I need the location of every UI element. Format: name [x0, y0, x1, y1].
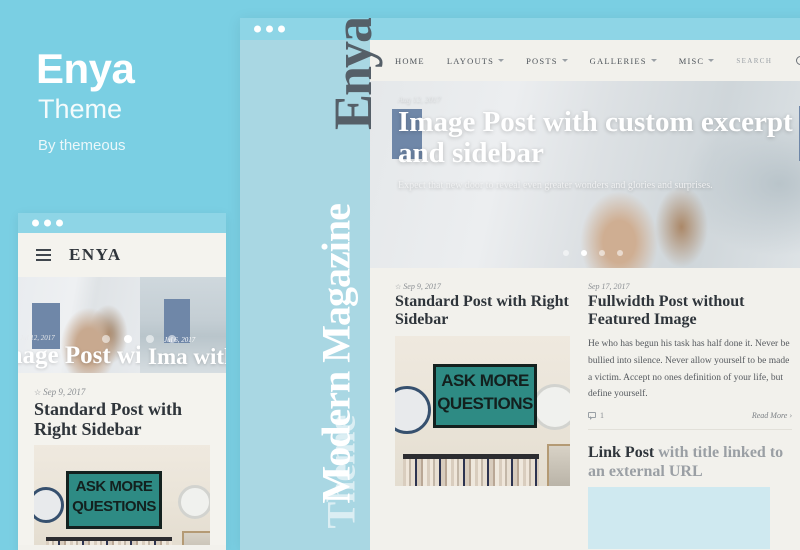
mobile-preview-window: ENYA Jul 12, 2017 Image Post with custom… [18, 213, 226, 550]
hero-dot-4[interactable] [616, 250, 623, 256]
mobile-navbar: ENYA [18, 233, 226, 277]
hamburger-icon[interactable] [36, 249, 51, 261]
slider-dot-1[interactable] [102, 335, 110, 343]
desktop-preview-window: Modern Magazine Theme Enya HOME LAYOUTS … [240, 18, 800, 550]
hero-dot-3[interactable] [598, 250, 605, 256]
promo-title: Enya [36, 45, 135, 92]
primary-navigation: HOME LAYOUTS POSTS GALLERIES MISC SEARCH [370, 40, 800, 81]
hero-slider[interactable]: Aug 12, 2017 Image Post with custom exce… [370, 81, 800, 268]
desktop-dot-minimize-icon[interactable] [266, 25, 273, 33]
post-title-standard[interactable]: Standard Post with Right Sidebar [395, 293, 570, 329]
rail-brand-enya: Enya [323, 18, 383, 130]
chevron-down-icon [498, 59, 505, 62]
star-icon: ☆ [34, 388, 42, 397]
desktop-main: HOME LAYOUTS POSTS GALLERIES MISC SEARCH… [370, 40, 800, 550]
post-title-fullwidth[interactable]: Fullwidth Post without Featured Image [588, 293, 792, 329]
mobile-post-card[interactable]: ☆ Sep 9, 2017 Standard Post with Right Si… [18, 373, 226, 546]
nav-item-layouts[interactable]: LAYOUTS [447, 56, 505, 66]
desktop-dot-maximize-icon[interactable] [278, 25, 285, 33]
desktop-body: Modern Magazine Theme Enya HOME LAYOUTS … [240, 18, 800, 550]
post-excerpt-fullwidth: He who has begun his task has half done … [588, 339, 790, 400]
nav-item-posts[interactable]: POSTS [526, 56, 568, 66]
star-icon: ☆ [395, 283, 402, 291]
hero-slider-dots[interactable] [562, 250, 623, 256]
promo-subtitle: Theme [38, 94, 123, 124]
hero-text: Aug 12, 2017 Image Post with custom exce… [398, 95, 798, 191]
rail-line-theme: Theme [318, 415, 364, 529]
search-area[interactable]: SEARCH [736, 56, 800, 65]
mobile-post-date: ☆ Sep 9, 2017 [34, 387, 86, 397]
hero-date: Aug 12, 2017 [398, 95, 441, 104]
post-card-fullwidth[interactable]: Sep 17, 2017 Fullwidth Post without Feat… [588, 282, 800, 550]
nav-item-home[interactable]: HOME [395, 56, 425, 66]
ask-more-questions-photo: ASK MORE QUESTIONS [395, 336, 570, 487]
post-grid: ☆ Sep 9, 2017 Standard Post with Right Si… [370, 268, 800, 550]
post-meta-fullwidth: 1 Read More › [588, 411, 792, 430]
desktop-window-dots [254, 25, 285, 33]
mobile-hero-slide-1[interactable]: Jul 12, 2017 Image Post with custom [18, 277, 140, 373]
hero-dot-1[interactable] [562, 250, 569, 256]
slider-dot-4[interactable] [168, 335, 176, 343]
window-dot-minimize-icon[interactable] [44, 219, 51, 227]
window-dot-maximize-icon[interactable] [56, 219, 63, 227]
read-more-link[interactable]: Read More › [752, 411, 792, 420]
search-input[interactable]: SEARCH [736, 57, 772, 65]
comment-count[interactable]: 1 [588, 411, 604, 421]
window-dot-close-icon[interactable] [32, 219, 39, 227]
post-title-link[interactable]: Link Post with title linked to an extern… [588, 444, 792, 481]
slider-dot-2-active[interactable] [124, 335, 132, 343]
nav-item-galleries[interactable]: GALLERIES [590, 56, 657, 66]
mobile-titlebar [18, 213, 226, 233]
link-post-thumbnail[interactable] [588, 487, 770, 550]
chevron-down-icon [650, 59, 657, 62]
mobile-hero-slide-2[interactable]: Jul 6, 2017 Ima with [140, 277, 226, 373]
post-date-fullwidth: Sep 17, 2017 [588, 282, 630, 291]
window-dots [32, 219, 63, 227]
mobile-hero-title-2: Ima with [148, 343, 226, 369]
link-post-bold: Link Post [588, 443, 655, 461]
nav-item-misc[interactable]: MISC [679, 56, 715, 66]
post-thumbnail-standard[interactable]: ASK MORE QUESTIONS [395, 336, 570, 487]
slider-dot-3[interactable] [146, 335, 154, 343]
search-icon[interactable] [796, 56, 800, 65]
hero-dot-2-active[interactable] [580, 250, 587, 256]
mobile-slider-dots[interactable] [102, 335, 176, 343]
post-date-standard: ☆ Sep 9, 2017 [395, 282, 441, 291]
mobile-post-title[interactable]: Standard Post with Right Sidebar [34, 399, 210, 439]
chevron-down-icon [561, 59, 568, 62]
hero-title[interactable]: Image Post with custom excerpt and sideb… [398, 106, 798, 170]
mobile-hero-slider[interactable]: Jul 12, 2017 Image Post with custom Jul … [18, 277, 226, 373]
hero-excerpt: Expect that new door to reveal even grea… [398, 179, 713, 191]
promo-byline: By themeous [38, 137, 126, 154]
site-logo[interactable]: ENYA [69, 245, 122, 265]
desktop-dot-close-icon[interactable] [254, 25, 261, 33]
post-card-standard[interactable]: ☆ Sep 9, 2017 Standard Post with Right Si… [370, 282, 588, 549]
ask-more-questions-photo: ASK MORE QUESTIONS [34, 445, 210, 546]
mobile-hero-title-1: Image Post with custom [18, 341, 140, 369]
mobile-post-thumbnail[interactable]: ASK MORE QUESTIONS [34, 445, 210, 546]
comment-bubble-icon [588, 412, 596, 421]
chevron-down-icon [708, 59, 715, 62]
